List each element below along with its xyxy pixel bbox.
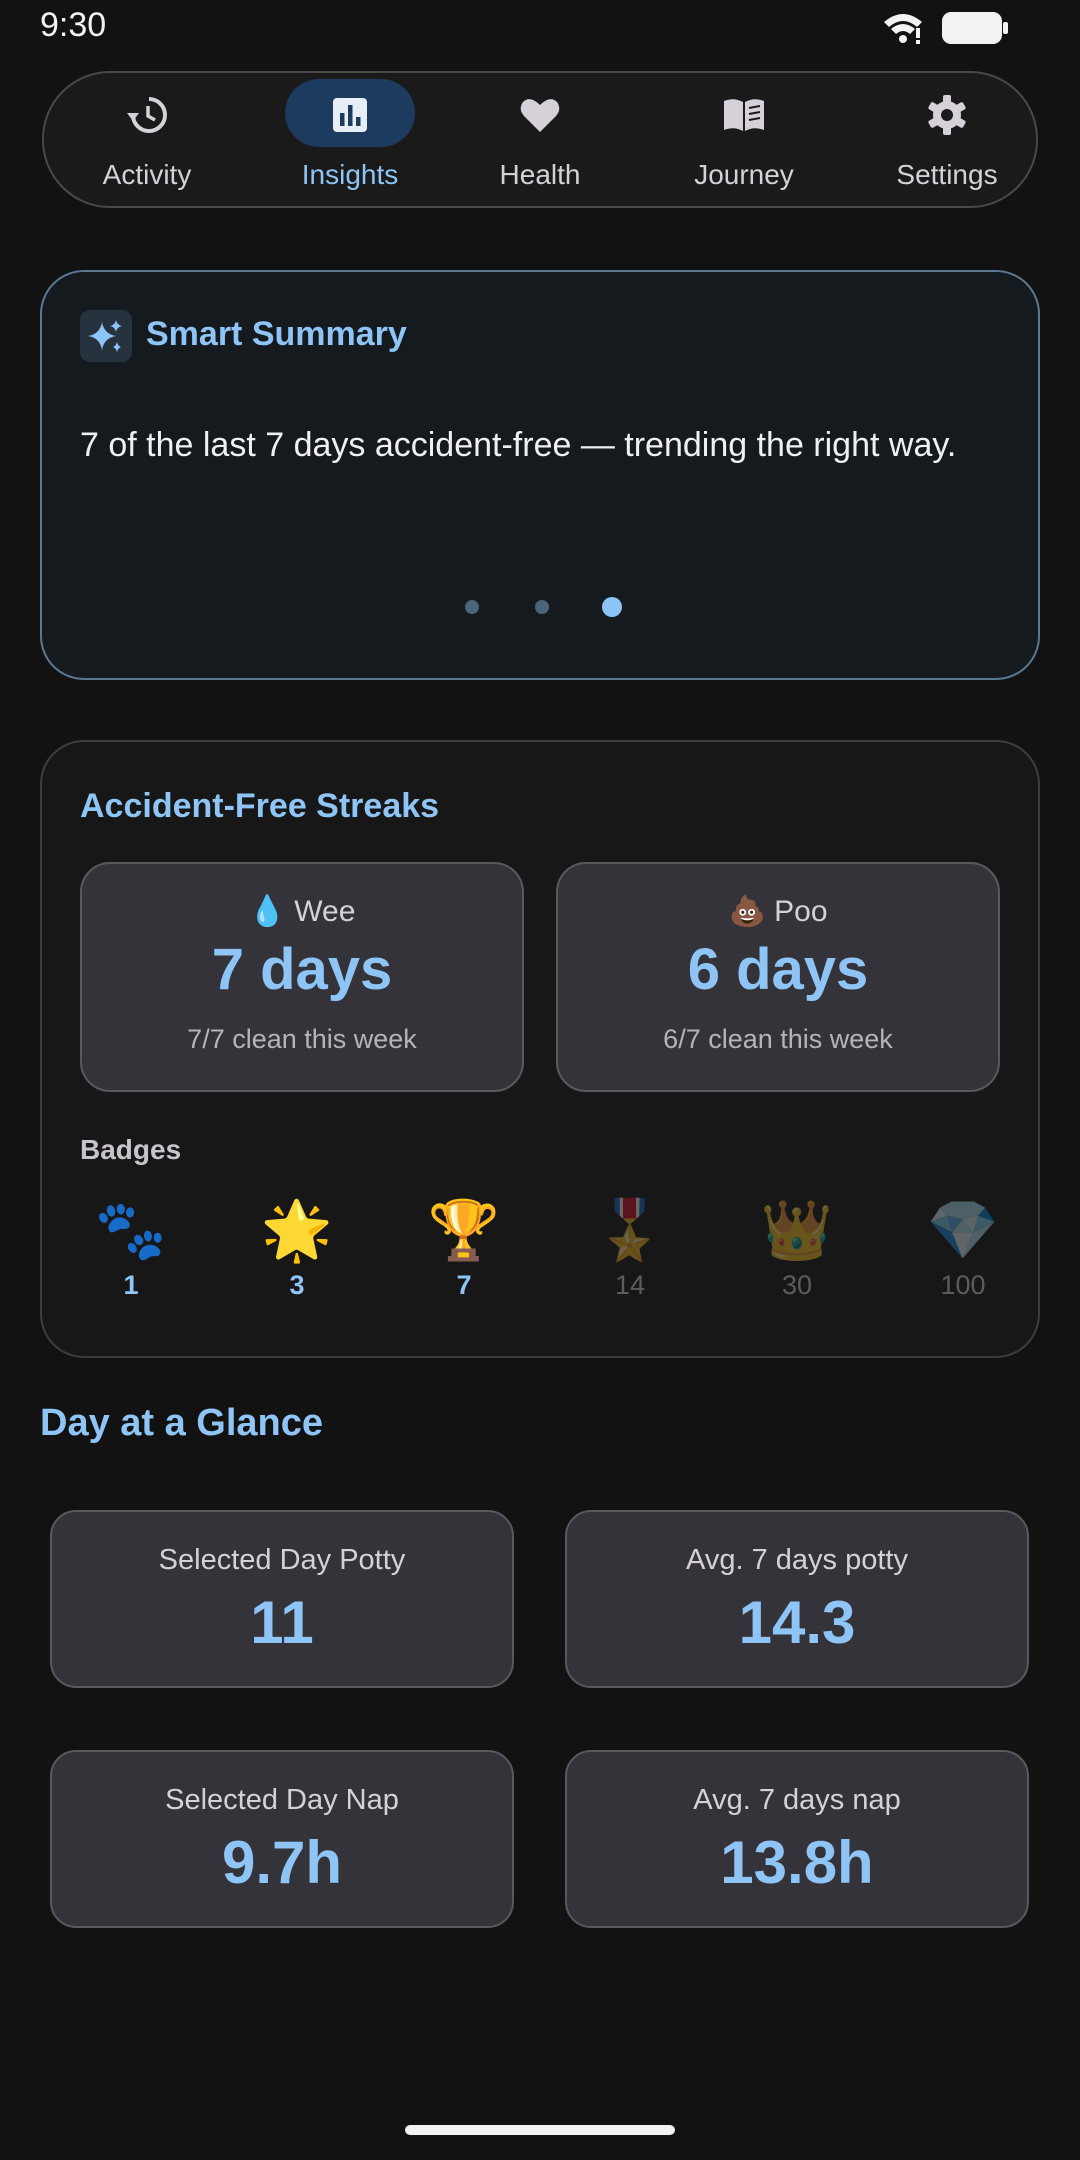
summary-text: 7 of the last 7 days accident-free — tre… — [80, 426, 957, 464]
badge-days: 3 — [289, 1270, 305, 1300]
stat-label: Selected Day Nap — [165, 1784, 399, 1816]
badge-medal-locked[interactable]: 🎖️ 14 — [570, 1198, 690, 1308]
history-icon — [127, 97, 167, 133]
badge-days: 100 — [940, 1270, 986, 1300]
badge-diamond-locked[interactable]: 💎 100 — [903, 1198, 1023, 1308]
wee-streak-box[interactable]: 💧 Wee 7 days 7/7 clean this week — [80, 862, 524, 1092]
poo-label: 💩 Poo — [728, 895, 828, 928]
poo-icon: 💩 — [728, 895, 766, 928]
nav-label-journey: Journey — [694, 159, 794, 190]
badge-days: 14 — [614, 1270, 646, 1300]
poo-streak-value: 6 days — [687, 937, 869, 1002]
top-navigation-bar: Activity Insights Health Journey Setting… — [42, 71, 1038, 208]
stat-label: Selected Day Potty — [158, 1544, 406, 1576]
medal-icon: 🎖️ — [593, 1198, 667, 1263]
badge-crown-locked[interactable]: 👑 30 — [737, 1198, 857, 1308]
bar-chart-icon — [333, 98, 367, 132]
streaks-title: Accident-Free Streaks — [80, 787, 440, 825]
nav-item-settings[interactable]: Settings — [862, 73, 1032, 210]
stat-label: Avg. 7 days potty — [686, 1544, 908, 1576]
pager-dot[interactable] — [535, 600, 549, 614]
nav-label-activity: Activity — [102, 159, 192, 190]
paw-icon: 🐾 — [94, 1198, 168, 1263]
sparkle-icon — [80, 310, 132, 362]
pager-dot[interactable] — [465, 600, 479, 614]
smart-summary-card[interactable]: Smart Summary 7 of the last 7 days accid… — [40, 270, 1040, 680]
status-bar: 9:30 — [0, 0, 1080, 58]
pager-dots — [42, 594, 1038, 618]
nav-item-health[interactable]: Health — [455, 73, 625, 210]
poo-streak-sub: 6/7 clean this week — [663, 1024, 893, 1054]
droplet-icon: 💧 — [248, 895, 286, 928]
stat-value: 9.7h — [221, 1829, 343, 1896]
book-icon — [724, 99, 764, 131]
nav-item-journey[interactable]: Journey — [659, 73, 829, 210]
status-time: 9:30 — [40, 6, 107, 44]
battery-icon — [942, 12, 1008, 44]
nav-label-settings: Settings — [896, 159, 998, 190]
badge-trophy[interactable]: 🏆 7 — [404, 1198, 524, 1308]
wifi-icon — [884, 14, 922, 44]
wee-streak-value: 7 days — [211, 937, 393, 1002]
wee-streak-sub: 7/7 clean this week — [187, 1024, 417, 1054]
home-indicator[interactable] — [405, 2125, 675, 2135]
stat-value: 11 — [250, 1589, 314, 1656]
wee-label: 💧 Wee — [248, 895, 356, 928]
badge-paw[interactable]: 🐾 1 — [71, 1198, 191, 1308]
trophy-icon: 🏆 — [427, 1198, 501, 1263]
badge-star[interactable]: 🌟 3 — [237, 1198, 357, 1308]
star-icon: 🌟 — [260, 1198, 334, 1263]
badge-days: 30 — [781, 1270, 813, 1300]
badge-days: 1 — [123, 1270, 139, 1300]
avg-nap-card[interactable]: Avg. 7 days nap 13.8h — [565, 1750, 1029, 1928]
poo-streak-box[interactable]: 💩 Poo 6 days 6/7 clean this week — [556, 862, 1000, 1092]
badge-days: 7 — [456, 1270, 472, 1300]
stat-value: 13.8h — [720, 1829, 874, 1896]
diamond-icon: 💎 — [926, 1198, 1000, 1263]
summary-title: Smart Summary — [146, 315, 407, 353]
selected-day-nap-card[interactable]: Selected Day Nap 9.7h — [50, 1750, 514, 1928]
gear-icon — [928, 95, 966, 135]
glance-title: Day at a Glance — [40, 1402, 324, 1444]
badges-title: Badges — [80, 1134, 182, 1165]
heart-icon — [520, 99, 560, 132]
streaks-card: Accident-Free Streaks 💧 Wee 7 days 7/7 c… — [40, 740, 1040, 1358]
selected-day-potty-card[interactable]: Selected Day Potty 11 — [50, 1510, 514, 1688]
crown-icon: 👑 — [760, 1198, 834, 1263]
pager-dot-active[interactable] — [602, 597, 622, 617]
nav-label-health: Health — [499, 159, 581, 190]
nav-item-insights[interactable]: Insights — [265, 73, 435, 210]
nav-label-insights: Insights — [301, 159, 399, 190]
nav-item-activity[interactable]: Activity — [62, 73, 232, 210]
stat-value: 14.3 — [738, 1589, 856, 1656]
stat-label: Avg. 7 days nap — [693, 1784, 901, 1816]
avg-potty-card[interactable]: Avg. 7 days potty 14.3 — [565, 1510, 1029, 1688]
